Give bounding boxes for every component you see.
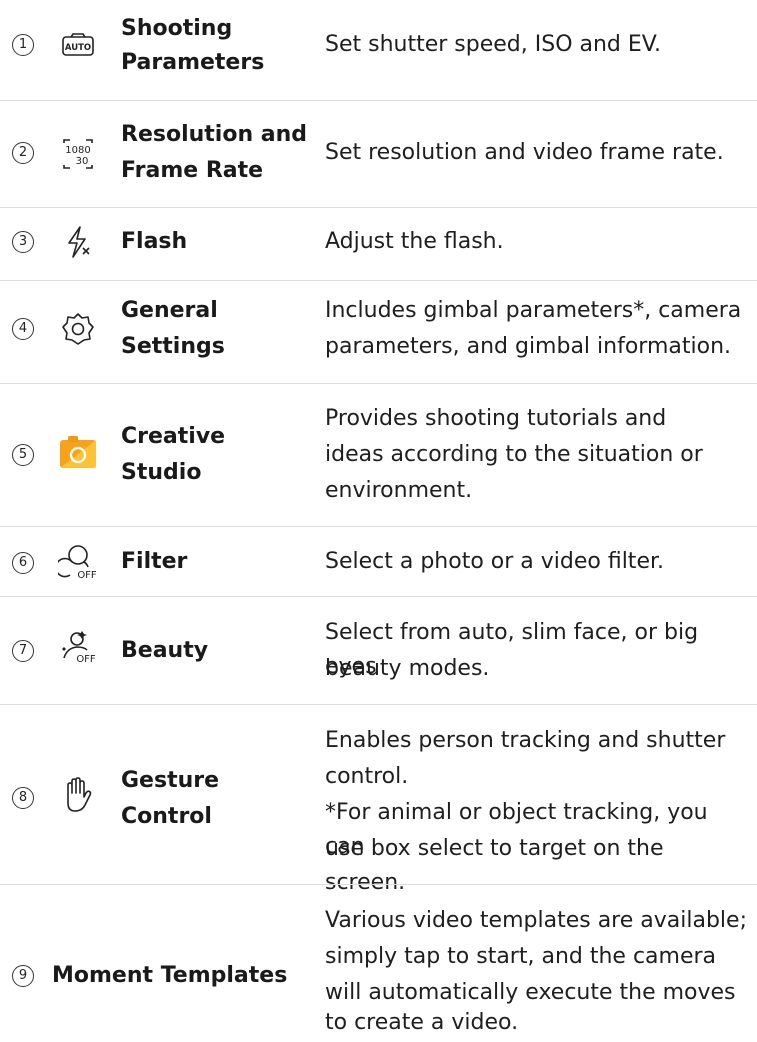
item-description-line3: will automatically execute the moves	[325, 980, 736, 1005]
item-number-4: 4	[12, 318, 34, 340]
auto-icon-label: AUTO	[65, 43, 91, 53]
item-name-line1: Shooting	[121, 16, 233, 41]
resolution-1080-30-icon: 1080 30	[63, 139, 93, 169]
item-description-line2: simply tap to start, and the camera	[325, 944, 717, 969]
item-description: Set shutter speed, ISO and EV.	[325, 32, 661, 57]
item-name-line2: Studio	[121, 460, 202, 485]
item-description: Adjust the flash.	[325, 229, 504, 254]
item-number-1: 1	[12, 34, 34, 56]
item-description: Set resolution and video frame rate.	[325, 140, 724, 165]
item-description-line1: Provides shooting tutorials and	[325, 406, 667, 431]
item-name-line1: Gesture	[121, 768, 220, 793]
item-number-9: 9	[12, 965, 34, 987]
item-description-line1: Various video templates are available;	[325, 908, 747, 933]
item-number-2: 2	[12, 142, 34, 164]
item-name-line2: Frame Rate	[121, 158, 264, 183]
row-divider	[0, 704, 757, 705]
item-description-line2: parameters, and gimbal information.	[325, 334, 732, 359]
row-divider	[0, 100, 757, 101]
item-name: Moment Templates	[52, 963, 288, 988]
item-name-line2: Settings	[121, 334, 225, 359]
gear-icon	[62, 313, 94, 345]
row-divider	[0, 383, 757, 384]
item-name-line2: Parameters	[121, 50, 265, 75]
item-description-line4: to create a video.	[325, 1010, 519, 1035]
item-name: Beauty	[121, 638, 209, 663]
beauty-off-icon: OFF	[62, 631, 96, 664]
item-name: Filter	[121, 549, 188, 574]
item-number-7: 7	[12, 640, 34, 662]
frame-rate-text: 30	[76, 156, 89, 167]
item-name-line1: Creative	[121, 424, 226, 449]
flash-off-icon	[68, 226, 90, 258]
item-number-6: 6	[12, 552, 34, 574]
filter-off-text: OFF	[77, 570, 97, 581]
auto-mode-icon: AUTO	[62, 33, 94, 56]
resolution-text: 1080	[65, 145, 90, 156]
item-description-line2: beauty modes.	[325, 656, 490, 681]
item-description-line3: environment.	[325, 478, 473, 503]
item-name-line1: General	[121, 298, 218, 323]
item-description: Select a photo or a video filter.	[325, 549, 664, 574]
row-divider	[0, 280, 757, 281]
item-name-line1: Resolution and	[121, 122, 308, 147]
item-description-line1: Enables person tracking and shutter	[325, 728, 726, 753]
item-number-5: 5	[12, 444, 34, 466]
item-name-line2: Control	[121, 804, 212, 829]
item-description-line2: ideas according to the situation or	[325, 442, 703, 467]
item-description-line2: control.	[325, 764, 409, 789]
item-number-8: 8	[12, 787, 34, 809]
item-description-line1: Includes gimbal parameters*, camera	[325, 298, 742, 323]
row-divider	[0, 526, 757, 527]
row-divider	[0, 207, 757, 208]
row-divider	[0, 884, 757, 885]
item-number-3: 3	[12, 231, 34, 253]
creative-studio-icon	[60, 436, 96, 468]
beauty-off-text: OFF	[76, 654, 96, 664]
filter-off-icon: OFF	[58, 545, 97, 581]
item-name: Flash	[121, 229, 188, 254]
row-divider	[0, 596, 757, 597]
gesture-hand-icon	[67, 777, 92, 812]
item-description-line4: use box select to target on the screen.	[325, 836, 664, 895]
